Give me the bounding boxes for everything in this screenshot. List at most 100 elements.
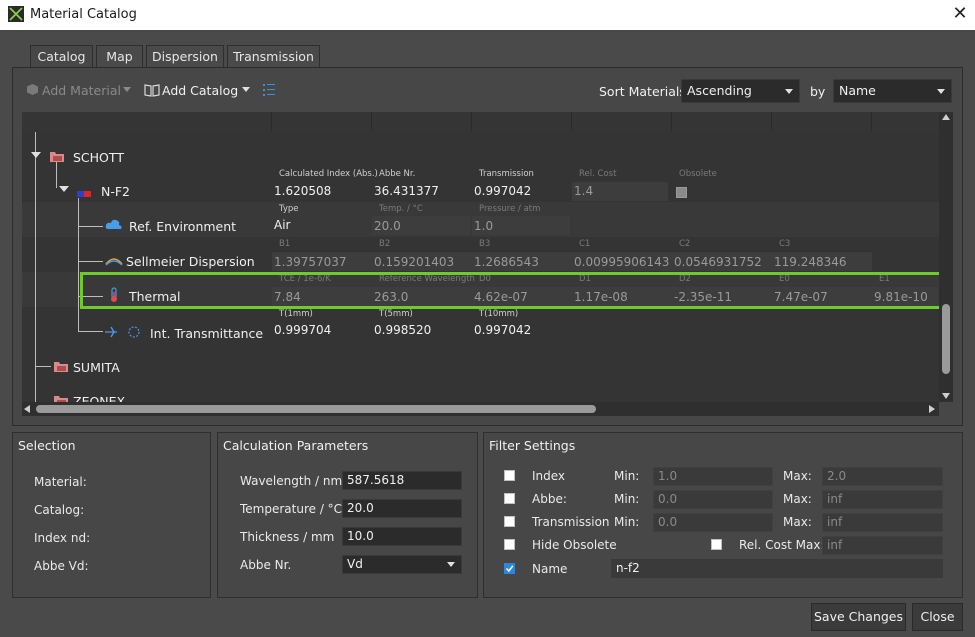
env-type-value: Air bbox=[274, 218, 291, 232]
name-filter-value: n-f2 bbox=[616, 561, 640, 575]
add-material-label: Add Material bbox=[42, 83, 121, 98]
thickness-input[interactable]: 10.0 bbox=[342, 527, 462, 546]
column-caption: E1 bbox=[879, 274, 890, 284]
tree-line bbox=[78, 331, 103, 332]
tab-catalog[interactable]: Catalog bbox=[30, 45, 93, 69]
material-n-f2[interactable]: N-F2 bbox=[101, 184, 130, 199]
tree-line bbox=[35, 366, 51, 367]
thermal-node[interactable]: Thermal bbox=[129, 289, 180, 304]
cube-icon bbox=[27, 84, 38, 95]
column-caption: B2 bbox=[379, 239, 391, 249]
d2-value: -2.35e-11 bbox=[674, 290, 733, 304]
column-caption: D0 bbox=[479, 274, 491, 284]
material-label: Material: bbox=[34, 475, 87, 489]
tab-label: Transmission bbox=[233, 49, 314, 64]
column-header bbox=[372, 112, 472, 131]
catalog-sumita[interactable]: SUMITA bbox=[73, 360, 120, 375]
sellmeier-dispersion-node[interactable]: Sellmeier Dispersion bbox=[126, 254, 255, 269]
max-label: Max: bbox=[783, 492, 812, 506]
selection-group: Selection Material: Catalog: Index nd: A… bbox=[12, 432, 211, 598]
save-changes-label: Save Changes bbox=[813, 609, 904, 624]
column-caption: Obsolete bbox=[679, 169, 717, 179]
b1-value: 1.39757037 bbox=[274, 255, 347, 269]
add-material-dropdown-icon[interactable] bbox=[123, 87, 131, 92]
c2-field: 0.0546931752 bbox=[672, 252, 772, 271]
tce-value: 7.84 bbox=[274, 290, 301, 304]
add-catalog-dropdown-icon[interactable] bbox=[242, 87, 250, 92]
rel-cost-max-label: Rel. Cost Max: bbox=[739, 538, 825, 552]
tree-line bbox=[35, 132, 36, 402]
pressure-value: 1.0 bbox=[474, 219, 494, 233]
abbe-filter-checkbox[interactable] bbox=[504, 493, 515, 504]
column-caption: Abbe Nr. bbox=[379, 169, 416, 179]
save-changes-button[interactable]: Save Changes bbox=[811, 603, 906, 631]
expand-arrow-icon[interactable] bbox=[31, 152, 41, 158]
column-caption: C2 bbox=[679, 239, 691, 249]
horizontal-scrollbar[interactable] bbox=[22, 402, 939, 416]
list-view-icon[interactable] bbox=[263, 83, 275, 97]
horizontal-scroll-thumb[interactable] bbox=[36, 405, 596, 413]
by-label: by bbox=[810, 84, 826, 99]
chevron-down-icon bbox=[785, 89, 793, 94]
chevron-down-icon bbox=[447, 562, 455, 567]
filter-title: Filter Settings bbox=[489, 438, 576, 453]
calc-title: Calculation Parameters bbox=[223, 438, 369, 453]
max-label: Max: bbox=[783, 515, 812, 529]
column-header bbox=[22, 112, 272, 131]
catalog-tree[interactable]: SCHOTT N-F2 Calculated Index (Abs.) Abbe… bbox=[22, 112, 939, 402]
transmission-min-input[interactable]: 0.0 bbox=[653, 513, 773, 532]
transmission-value: 0.997042 bbox=[474, 184, 532, 198]
app-icon bbox=[8, 6, 24, 22]
thickness-label: Thickness / mm bbox=[240, 530, 335, 544]
abbe-max-input[interactable]: inf bbox=[822, 490, 943, 509]
tab-transmission[interactable]: Transmission bbox=[227, 45, 320, 68]
scroll-left-icon[interactable] bbox=[24, 405, 30, 413]
name-filter-checkbox[interactable] bbox=[504, 563, 515, 574]
vertical-scrollbar[interactable] bbox=[939, 112, 953, 402]
abbe-min-input[interactable]: 0.0 bbox=[653, 490, 773, 509]
abbe-max-value: inf bbox=[827, 492, 843, 506]
rel-cost-max-input[interactable]: inf bbox=[822, 536, 943, 555]
index-min-input[interactable]: 1.0 bbox=[653, 467, 773, 486]
rel-cost-checkbox[interactable] bbox=[711, 539, 722, 550]
sort-by-value: Name bbox=[839, 83, 876, 98]
scroll-right-icon[interactable] bbox=[929, 405, 935, 413]
index-max-input[interactable]: 2.0 bbox=[822, 467, 943, 486]
transmission-max-input[interactable]: inf bbox=[822, 513, 943, 532]
wavelength-label: Wavelength / nm bbox=[240, 474, 343, 488]
tab-map[interactable]: Map bbox=[96, 45, 143, 68]
rel-cost-field: 1.4 bbox=[572, 182, 668, 201]
wavelength-input[interactable]: 587.5618 bbox=[342, 471, 462, 490]
name-filter-input[interactable]: n-f2 bbox=[611, 559, 943, 578]
abbe-nr-select[interactable]: Vd bbox=[342, 555, 462, 574]
abbe-vd-label: Abbe Vd: bbox=[34, 559, 89, 573]
catalog-schott[interactable]: SCHOTT bbox=[73, 150, 124, 165]
close-button[interactable]: Close bbox=[912, 603, 963, 631]
hide-obsolete-checkbox[interactable] bbox=[504, 539, 515, 550]
max-label: Max: bbox=[783, 469, 812, 483]
rel-cost-value: 1.4 bbox=[574, 184, 594, 198]
sort-by-select[interactable]: Name bbox=[833, 79, 952, 103]
b2-field: 0.159201403 bbox=[372, 252, 472, 271]
tab-dispersion[interactable]: Dispersion bbox=[146, 45, 224, 68]
dispersion-icon bbox=[105, 258, 123, 266]
index-value: 1.620508 bbox=[274, 184, 332, 198]
index-filter-checkbox[interactable] bbox=[504, 470, 515, 481]
abbe-filter-label: Abbe: bbox=[532, 492, 567, 506]
column-caption: D2 bbox=[679, 274, 691, 284]
sort-order-select[interactable]: Ascending bbox=[681, 79, 800, 103]
catalog-zeonex[interactable]: ZEONEX bbox=[73, 394, 125, 402]
window-close-icon[interactable]: ✕ bbox=[948, 3, 972, 27]
temperature-input[interactable]: 20.0 bbox=[342, 499, 462, 518]
scroll-up-icon[interactable] bbox=[942, 114, 950, 120]
vertical-scroll-thumb[interactable] bbox=[942, 304, 950, 374]
ref-environment-node[interactable]: Ref. Environment bbox=[129, 219, 236, 234]
scroll-down-icon[interactable] bbox=[942, 393, 950, 399]
d1-value: 1.17e-08 bbox=[574, 290, 628, 304]
int-transmittance-node[interactable]: Int. Transmittance bbox=[150, 326, 263, 341]
t1mm-value: 0.999704 bbox=[274, 323, 332, 337]
e1-value: 9.81e-10 bbox=[874, 290, 928, 304]
transmission-filter-checkbox[interactable] bbox=[504, 516, 515, 527]
expand-arrow-icon[interactable] bbox=[59, 186, 69, 192]
column-caption: E0 bbox=[779, 274, 790, 284]
